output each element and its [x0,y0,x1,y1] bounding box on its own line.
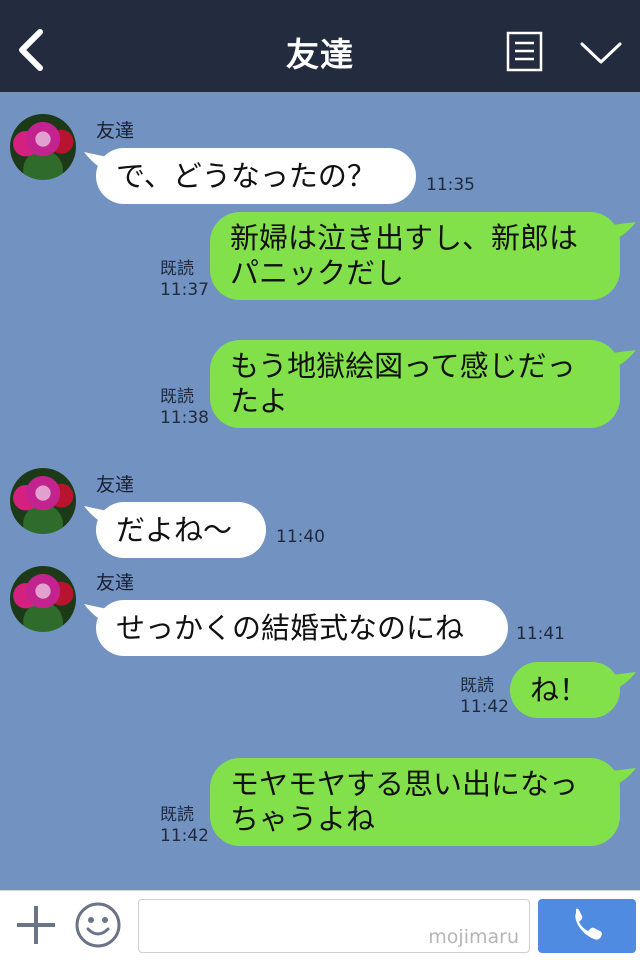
message-text: で、どうなったの？ [116,158,376,193]
message-time: 11:38 [160,408,209,428]
message-time: 11:41 [516,624,565,644]
chat-header: 友達 [0,0,640,92]
collapse-button[interactable] [576,36,626,70]
bubble-tail [604,672,636,692]
message-time: 11:42 [160,826,209,846]
emoji-icon [75,902,121,948]
message-bubble[interactable]: せっかくの結婚式なのにね [96,600,508,656]
sender-name: 友達 [96,120,135,142]
emoji-button[interactable] [74,901,122,949]
avatar[interactable] [10,114,76,180]
notes-icon [506,31,543,72]
call-button[interactable] [538,899,636,953]
message-outgoing: 既読 11:42 ね！ [0,662,640,720]
message-bubble[interactable]: だよね〜 [96,502,266,558]
message-text-line: もう地獄絵図って感じだっ [230,349,576,383]
message-text-line: たよ [230,384,289,418]
message-incoming: 友達 だよね〜 11:40 [0,468,640,560]
read-receipt: 既読 [160,805,194,825]
message-text-line: ちゃうよね [230,802,376,836]
avatar[interactable] [10,566,76,632]
input-bar: mojimaru [0,890,640,960]
watermark: mojimaru [428,926,519,948]
message-incoming: 友達 せっかくの結婚式なのにね 11:41 [0,566,640,658]
message-incoming: 友達 で、どうなったの？ 11:35 [0,114,640,206]
chat-area[interactable]: 友達 で、どうなったの？ 11:35 既読 11:37 新婦は泣き出すし、新郎は… [0,92,640,890]
sender-name: 友達 [96,572,135,594]
message-text-line: モヤモヤする思い出になっ [230,767,579,801]
bubble-tail [604,350,636,370]
message-bubble[interactable]: もう地獄絵図って感じだっ たよ [210,340,620,428]
avatar[interactable] [10,468,76,534]
message-bubble[interactable]: で、どうなったの？ [96,148,416,204]
message-text: だよね〜 [116,512,233,547]
message-outgoing: 既読 11:42 モヤモヤする思い出になっ ちゃうよね [0,758,640,848]
bubble-tail [604,222,636,242]
message-input[interactable]: mojimaru [138,899,530,953]
message-time: 11:42 [460,697,509,717]
plus-icon [17,906,55,944]
read-receipt: 既読 [460,676,494,696]
add-button[interactable] [14,903,58,947]
phone-icon [575,908,602,940]
message-outgoing: 既読 11:37 新婦は泣き出すし、新郎は パニックだし [0,212,640,302]
bubble-tail [604,768,636,788]
sender-name: 友達 [96,474,135,496]
read-receipt: 既読 [160,387,194,407]
chat-title: 友達 [286,35,354,74]
chevron-down-icon [580,42,622,64]
message-time: 11:40 [276,527,325,547]
notes-button[interactable] [506,31,543,72]
message-text-line: パニックだし [230,256,405,290]
message-time: 11:37 [160,280,209,300]
message-outgoing: 既読 11:38 もう地獄絵図って感じだっ たよ [0,340,640,430]
message-bubble[interactable]: モヤモヤする思い出になっ ちゃうよね [210,758,620,846]
message-text: せっかくの結婚式なのにね [116,610,465,645]
message-text-line: 新婦は泣き出すし、新郎は [230,221,579,255]
message-text: ね！ [530,672,589,707]
message-bubble[interactable]: 新婦は泣き出すし、新郎は パニックだし [210,212,620,300]
message-time: 11:35 [426,175,475,195]
read-receipt: 既読 [160,259,194,279]
